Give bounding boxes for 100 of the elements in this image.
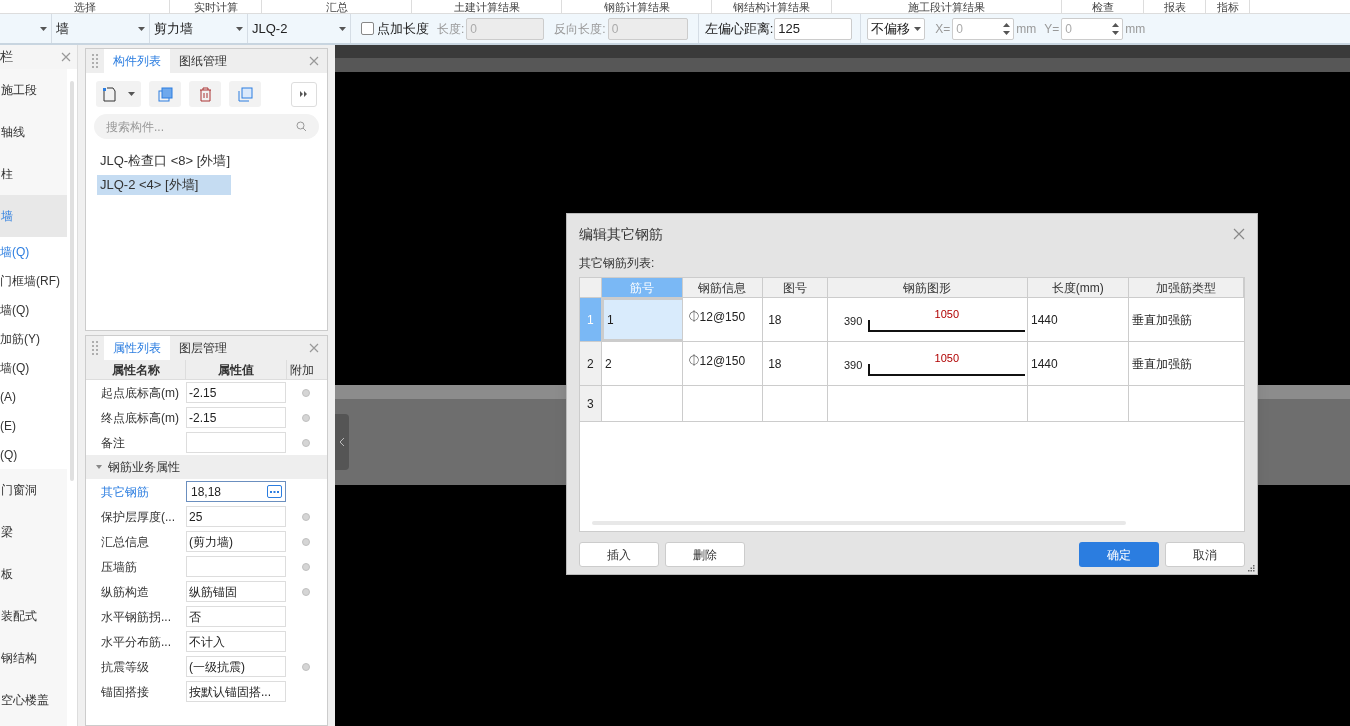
property-field[interactable]: (一级抗震) bbox=[186, 656, 286, 677]
copy-button[interactable] bbox=[149, 81, 181, 107]
table-cell: 1440 bbox=[1028, 298, 1129, 341]
dropdown[interactable]: 剪力墙 bbox=[150, 14, 248, 43]
sidebar-item[interactable]: 柱 bbox=[0, 153, 68, 195]
property-field[interactable]: -2.15 bbox=[186, 407, 286, 428]
sidebar-item[interactable]: 施工段 bbox=[0, 69, 68, 111]
menu-tab[interactable]: 汇总 bbox=[262, 0, 412, 13]
more-button[interactable] bbox=[291, 81, 317, 107]
property-field[interactable]: -2.15 bbox=[186, 382, 286, 403]
sidebar-item[interactable]: 加筋(Y) bbox=[0, 324, 68, 353]
dialog-button[interactable]: 删除 bbox=[665, 542, 745, 567]
ellipsis-button[interactable] bbox=[267, 485, 282, 498]
grip-icon[interactable] bbox=[92, 54, 98, 68]
collapse-handle[interactable] bbox=[335, 414, 349, 470]
sidebar-item[interactable]: 钢结构 bbox=[0, 637, 68, 679]
spinner-icon[interactable] bbox=[1112, 21, 1120, 36]
table-cell: 18 bbox=[763, 298, 828, 341]
dropdown[interactable]: JLQ-2 bbox=[248, 14, 351, 43]
component-item[interactable]: JLQ-2 <4> [外墙] bbox=[97, 175, 231, 195]
field-label: 左偏心距离: bbox=[704, 19, 774, 38]
sidebar-item[interactable]: 墙(Q) bbox=[0, 353, 68, 382]
dimension-label: 390 bbox=[843, 314, 863, 330]
table-cell: 1440 bbox=[1028, 342, 1129, 385]
close-icon[interactable] bbox=[309, 56, 319, 66]
sidebar-item[interactable]: (E) bbox=[0, 411, 68, 440]
dropdown[interactable]: 墙 bbox=[52, 14, 150, 43]
dropdown[interactable]: 不偏移 bbox=[867, 17, 926, 40]
dimension-label: 1050 bbox=[934, 351, 959, 364]
property-field[interactable]: 18,18 bbox=[186, 481, 286, 502]
spinner-icon[interactable] bbox=[1003, 21, 1011, 36]
menu-tab[interactable]: 钢结构计算结果 bbox=[712, 0, 832, 13]
sidebar-item[interactable]: (Q) bbox=[0, 440, 68, 469]
panel-tab[interactable]: 属性列表 bbox=[104, 336, 170, 360]
table-cell[interactable]: 2 bbox=[601, 342, 683, 385]
sidebar-item[interactable]: 门框墙(RF) bbox=[0, 266, 68, 295]
property-field[interactable] bbox=[186, 556, 286, 577]
component-item[interactable]: JLQ-检查口 <8> [外墙] bbox=[97, 151, 234, 171]
sidebar-item[interactable]: 梁 bbox=[0, 511, 68, 553]
sidebar-item[interactable]: (A) bbox=[0, 382, 68, 411]
sidebar-item[interactable]: 墙 bbox=[0, 195, 68, 237]
menu-tab[interactable]: 土建计算结果 bbox=[412, 0, 562, 13]
menu-tab[interactable]: 报表 bbox=[1144, 0, 1206, 13]
menu-tab[interactable]: 钢筋计算结果 bbox=[562, 0, 712, 13]
dialog-button[interactable]: 确定 bbox=[1079, 542, 1159, 567]
menu-tab[interactable]: 施工段计算结果 bbox=[832, 0, 1062, 13]
column-header[interactable]: 钢筋图形 bbox=[827, 278, 1028, 297]
property-field[interactable] bbox=[186, 432, 286, 453]
table-cell: ⏀12@150 bbox=[682, 298, 764, 341]
dialog-button[interactable]: 取消 bbox=[1165, 542, 1245, 567]
property-field[interactable]: 按默认锚固搭... bbox=[186, 681, 286, 702]
delete-button[interactable] bbox=[189, 81, 221, 107]
new-button[interactable] bbox=[96, 81, 141, 107]
search-icon bbox=[296, 121, 307, 132]
column-header: 属性名称 bbox=[86, 360, 186, 379]
property-name: 起点底标高(m) bbox=[100, 384, 180, 402]
panel-tab[interactable]: 图层管理 bbox=[170, 336, 236, 360]
dialog-title: 编辑其它钢筋 bbox=[579, 224, 663, 244]
close-icon[interactable] bbox=[1233, 228, 1245, 240]
grip-icon[interactable] bbox=[92, 341, 98, 355]
close-icon[interactable] bbox=[61, 52, 71, 62]
scrollbar[interactable] bbox=[70, 81, 75, 481]
row-index[interactable]: 2 bbox=[580, 342, 602, 385]
menu-tab[interactable]: 选择 bbox=[0, 0, 170, 13]
field-label: X= bbox=[935, 20, 951, 38]
checkbox[interactable] bbox=[361, 22, 374, 35]
sidebar-item[interactable]: 门窗洞 bbox=[0, 469, 68, 511]
column-header[interactable]: 加强筋类型 bbox=[1128, 278, 1244, 297]
property-field[interactable]: (剪力墙) bbox=[186, 531, 286, 552]
property-field[interactable]: 25 bbox=[186, 506, 286, 527]
dialog-button[interactable]: 插入 bbox=[579, 542, 659, 567]
input-field[interactable]: 125 bbox=[774, 17, 853, 40]
panel-tab[interactable]: 图纸管理 bbox=[170, 49, 236, 73]
column-header[interactable]: 图号 bbox=[763, 278, 828, 297]
property-field[interactable]: 不计入 bbox=[186, 631, 286, 652]
property-name: 其它钢筋 bbox=[100, 483, 150, 501]
table-cell[interactable]: 1 bbox=[601, 298, 683, 341]
property-field[interactable]: 纵筋锚固 bbox=[186, 581, 286, 602]
sidebar-item[interactable]: 空心楼盖 bbox=[0, 679, 68, 721]
property-field[interactable]: 否 bbox=[186, 606, 286, 627]
sidebar-item[interactable]: 装配式 bbox=[0, 595, 68, 637]
panel-tab[interactable]: 构件列表 bbox=[104, 49, 170, 73]
close-icon[interactable] bbox=[309, 343, 319, 353]
layer-copy-button[interactable] bbox=[229, 81, 261, 107]
expand-caret-icon[interactable] bbox=[96, 464, 102, 470]
menu-tab[interactable]: 检查 bbox=[1062, 0, 1144, 13]
sidebar-item[interactable]: 墙(Q) bbox=[0, 237, 68, 266]
menu-tab[interactable]: 指标 bbox=[1206, 0, 1250, 13]
column-header: 属性值 bbox=[186, 360, 287, 379]
unit-label: mm bbox=[1125, 20, 1146, 38]
sidebar-item[interactable]: 墙(Q) bbox=[0, 295, 68, 324]
row-index[interactable]: 3 bbox=[580, 386, 602, 421]
checkbox-label: 点加长度 bbox=[377, 19, 429, 38]
column-header[interactable]: 长度(mm) bbox=[1028, 278, 1129, 297]
menu-tab[interactable]: 实时计算 bbox=[170, 0, 262, 13]
sidebar-item[interactable]: 轴线 bbox=[0, 111, 68, 153]
sidebar-item[interactable]: 板 bbox=[0, 553, 68, 595]
resize-grip-icon[interactable] bbox=[1248, 565, 1255, 572]
column-header: 附加 bbox=[289, 361, 315, 379]
column-header[interactable]: 钢筋信息 bbox=[682, 278, 764, 297]
